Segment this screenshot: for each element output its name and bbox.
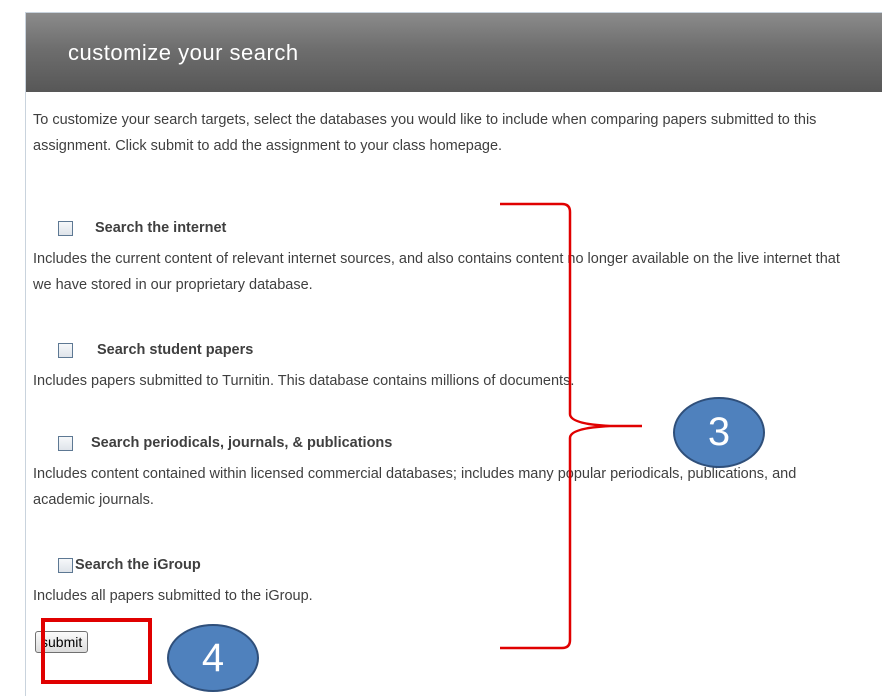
curly-brace-shape [500, 202, 642, 650]
callout-4: 4 [167, 624, 259, 692]
submit-highlight-box [41, 618, 152, 684]
brace-annotation [500, 202, 642, 650]
callout-3: 3 [673, 397, 765, 468]
